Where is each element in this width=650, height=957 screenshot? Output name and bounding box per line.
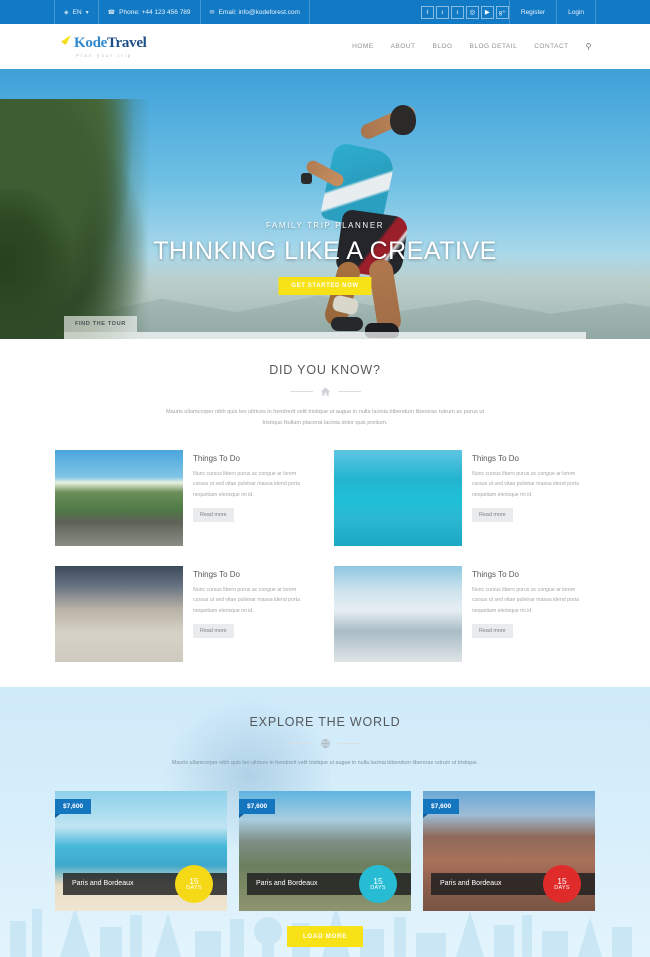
nav-item-contact[interactable]: CONTACT [534, 43, 568, 50]
load-more-button[interactable]: LOAD MORE [286, 925, 364, 947]
site-logo[interactable]: Kode Travel Plan your trip [58, 35, 147, 58]
read-more-button[interactable]: Read more [193, 507, 234, 522]
things-card-title: Things To Do [193, 570, 240, 580]
airplane-icon [61, 35, 71, 45]
things-card-text: Nunc cursus libero purus ac congue ar lo… [193, 587, 300, 614]
google-plus-icon[interactable]: g+ [495, 5, 509, 19]
find-tour-widget: FIND THE TOUR France 00-00-2015 00-00-20… [64, 312, 586, 339]
things-card: Things To Do Nunc cursus libero purus ac… [334, 450, 595, 547]
phone-label: Phone: +44 123 456 789 [119, 8, 191, 16]
site-header: Kode Travel Plan your trip HOME ABOUT BL… [0, 24, 650, 69]
nav-item-blog-detail[interactable]: BLOG DETAIL [470, 43, 518, 50]
divider-line-left [289, 391, 313, 392]
things-card-text: Nunc cursus libero purus ac congue ar lo… [193, 471, 300, 498]
tour-name: Paris and Bordeaux [440, 880, 502, 888]
find-tour-tab[interactable]: FIND THE TOUR [64, 316, 137, 332]
tour-duration-badge: 15 DAYS [175, 864, 213, 903]
things-to-do-grid: Things To Do Nunc cursus libero purus ac… [55, 450, 595, 663]
tour-price-badge: $7,600 [55, 798, 92, 818]
nav-item-home[interactable]: HOME [352, 43, 374, 50]
tour-card[interactable]: $7,600 Paris and Bordeaux 15 DAYS [239, 790, 411, 911]
woman-sunbathing-in-sea-photo [334, 450, 462, 547]
tour-duration-unit: DAYS [370, 884, 386, 891]
hero-title: THINKING LIKE A CREATIVE [153, 237, 497, 265]
find-tour-form: France 00-00-2015 00-00-2015 $ 1000 SEAR… [64, 332, 586, 339]
did-you-know-section: DID YOU KNOW? Mauris ullamcorper nibh qu… [0, 339, 650, 663]
explore-content: EXPLORE THE WORLD Mauris ullamcorper nib… [0, 687, 650, 947]
twitter-icon[interactable]: t [435, 5, 449, 19]
facebook-icon[interactable]: f [420, 5, 434, 19]
get-started-button[interactable]: GET STARTED NOW [278, 277, 372, 295]
hero-content: FAMILY TRIP PLANNER THINKING LIKE A CREA… [0, 69, 650, 339]
tours-grid: $7,600 Paris and Bordeaux 15 DAYS $7,600… [55, 790, 595, 911]
social-links: f t t ◎ ▶ g+ [420, 5, 509, 19]
top-utility-bar: ◈ EN ▾ ☎ Phone: +44 123 456 789 ✉ Email:… [0, 0, 650, 24]
email-label: Email: info@kodeforest.com [218, 8, 300, 16]
section-title: EXPLORE THE WORLD [249, 715, 401, 730]
divider-line-left [289, 743, 313, 745]
logo-text-secondary: Travel [106, 35, 147, 51]
read-more-button[interactable]: Read more [472, 623, 513, 638]
language-selector[interactable]: ◈ EN ▾ [54, 0, 99, 24]
things-card: Things To Do Nunc cursus libero purus ac… [334, 566, 595, 663]
search-icon[interactable]: ⚲ [586, 42, 592, 51]
instagram-icon[interactable]: ◎ [465, 5, 479, 19]
tour-card[interactable]: $7,600 Paris and Bordeaux 15 DAYS [55, 790, 227, 911]
login-link[interactable]: Login [556, 0, 596, 24]
tour-duration-badge: 15 DAYS [543, 864, 581, 903]
logo-tagline: Plan your trip [76, 53, 133, 58]
things-card: Things To Do Nunc cursus libero purus ac… [55, 450, 316, 547]
tour-duration-badge: 15 DAYS [359, 864, 397, 903]
things-card-title: Things To Do [193, 454, 240, 464]
section-subtitle: Mauris ullamcorper nibh quis leo ultrice… [171, 760, 479, 767]
read-more-button[interactable]: Read more [472, 507, 513, 522]
things-card-text: Nunc cursus libero purus ac congue ar lo… [472, 587, 579, 614]
email-info[interactable]: ✉ Email: info@kodeforest.com [201, 0, 310, 24]
divider-line-right [337, 391, 361, 392]
travelers-with-luggage-photo [55, 566, 183, 663]
tour-duration-unit: DAYS [186, 884, 202, 891]
tour-name: Paris and Bordeaux [72, 880, 134, 888]
section-divider [0, 386, 650, 397]
tour-price-badge: $7,600 [423, 798, 460, 818]
divider-line-right [337, 743, 361, 745]
globe-icon: ◈ [64, 9, 69, 16]
things-card-body: Things To Do Nunc cursus libero purus ac… [193, 450, 311, 546]
tour-price-badge: $7,600 [239, 798, 276, 818]
register-link[interactable]: Register [508, 0, 556, 24]
youtube-icon[interactable]: ▶ [480, 5, 494, 19]
things-card-title: Things To Do [472, 454, 519, 464]
things-card: Things To Do Nunc cursus libero purus ac… [55, 566, 316, 663]
nav-item-blog[interactable]: BLOG [432, 43, 452, 50]
phone-info: ☎ Phone: +44 123 456 789 [99, 0, 201, 24]
tumblr-icon[interactable]: t [450, 5, 464, 19]
chevron-down-icon: ▾ [85, 9, 89, 16]
hero-banner: FAMILY TRIP PLANNER THINKING LIKE A CREA… [0, 69, 650, 339]
envelope-icon: ✉ [209, 9, 215, 16]
things-card-title: Things To Do [472, 570, 519, 580]
section-divider [0, 738, 650, 749]
load-more-wrapper: LOAD MORE [0, 925, 650, 947]
nav-item-about[interactable]: ABOUT [391, 43, 416, 50]
phone-icon: ☎ [107, 9, 116, 16]
hiker-on-summit-photo [55, 450, 183, 547]
things-card-body: Things To Do Nunc cursus libero purus ac… [472, 566, 590, 662]
hero-kicker: FAMILY TRIP PLANNER [265, 221, 385, 230]
section-subtitle: Mauris ullamcorper nibh quis leo ultrice… [165, 409, 485, 426]
couple-relaxing-on-deck-photo [334, 566, 462, 663]
home-icon [320, 386, 331, 397]
read-more-button[interactable]: Read more [193, 623, 234, 638]
tour-duration-unit: DAYS [554, 884, 570, 891]
things-card-body: Things To Do Nunc cursus libero purus ac… [193, 566, 311, 662]
tour-card[interactable]: $7,600 Paris and Bordeaux 15 DAYS [423, 790, 595, 911]
things-card-text: Nunc cursus libero purus ac congue ar lo… [472, 471, 579, 498]
explore-the-world-section: EXPLORE THE WORLD Mauris ullamcorper nib… [0, 687, 650, 957]
section-title: DID YOU KNOW? [269, 363, 381, 377]
globe-icon [320, 738, 331, 749]
language-label: EN [72, 8, 82, 16]
things-card-body: Things To Do Nunc cursus libero purus ac… [472, 450, 590, 546]
tour-name: Paris and Bordeaux [256, 880, 318, 888]
main-navigation: HOME ABOUT BLOG BLOG DETAIL CONTACT ⚲ [352, 42, 592, 51]
